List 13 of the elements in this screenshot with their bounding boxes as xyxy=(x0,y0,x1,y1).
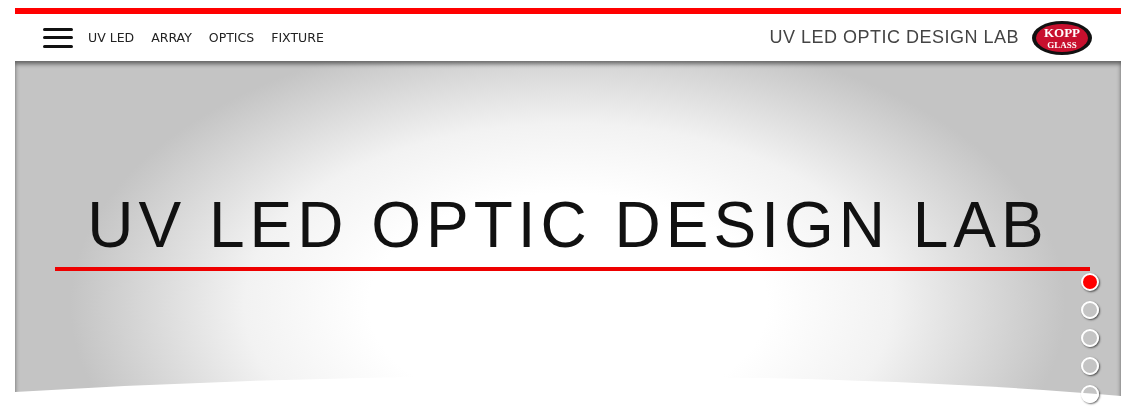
menu-icon[interactable] xyxy=(43,27,73,48)
nav-link[interactable]: OPTICS xyxy=(208,30,255,45)
slide-dot[interactable] xyxy=(1081,301,1099,319)
nav-link[interactable]: UV LED xyxy=(88,30,135,45)
nav-link[interactable]: FIXTURE xyxy=(271,30,324,45)
slide-dot[interactable] xyxy=(1081,357,1099,375)
site-title: UV LED OPTIC DESIGN LAB xyxy=(769,27,1019,48)
nav-link[interactable]: ARRAY xyxy=(151,30,192,45)
slide-dot[interactable] xyxy=(1081,385,1099,403)
hero-title: UV LED OPTIC DESIGN LAB xyxy=(87,193,1049,257)
logo-icon[interactable]: KOPP GLASS xyxy=(1031,19,1093,56)
slide-dot[interactable] xyxy=(1081,329,1099,347)
slide-dot[interactable] xyxy=(1081,273,1099,291)
